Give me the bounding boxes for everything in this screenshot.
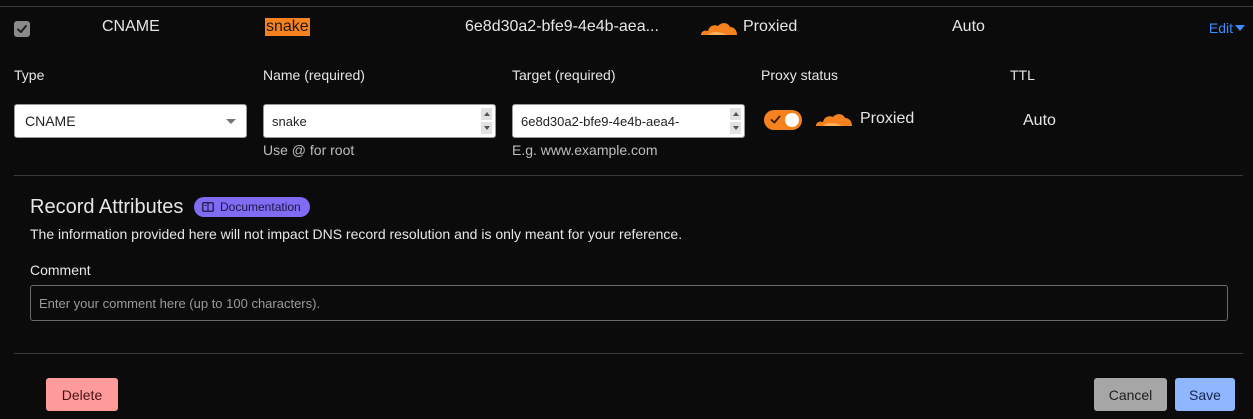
arrow-up-icon xyxy=(483,112,490,116)
book-icon xyxy=(202,202,214,212)
summary-ttl: Auto xyxy=(952,18,985,35)
summary-type: CNAME xyxy=(102,18,160,35)
comment-input[interactable] xyxy=(31,286,1227,320)
save-button[interactable]: Save xyxy=(1175,378,1235,411)
target-spin-up-button[interactable] xyxy=(730,108,741,120)
edit-toggle-link[interactable]: Edit xyxy=(1209,20,1246,36)
chevron-down-icon xyxy=(226,118,236,124)
target-input[interactable] xyxy=(513,105,723,137)
section-divider xyxy=(14,175,1243,176)
summary-name-highlight: snake xyxy=(265,18,310,36)
edit-label: Edit xyxy=(1208,20,1233,36)
arrow-down-icon xyxy=(483,126,490,130)
record-attributes-title: Record Attributes xyxy=(30,196,184,218)
documentation-link[interactable]: Documentation xyxy=(194,197,310,217)
name-label: Name (required) xyxy=(263,67,365,83)
row-checkbox[interactable] xyxy=(14,21,30,37)
name-spin-down-button[interactable] xyxy=(481,122,492,134)
caret-down-icon xyxy=(1235,25,1245,31)
summary-proxy-status: Proxied xyxy=(743,18,798,35)
type-label: Type xyxy=(14,67,45,83)
proxy-status-label: Proxy status xyxy=(761,67,839,83)
checkbox-checked-icon xyxy=(17,25,27,33)
target-label: Target (required) xyxy=(512,67,616,83)
name-field[interactable] xyxy=(263,104,496,138)
check-icon xyxy=(770,115,781,124)
name-spin-up-button[interactable] xyxy=(481,108,492,120)
target-spin-down-button[interactable] xyxy=(730,122,741,134)
comment-label: Comment xyxy=(30,262,91,278)
target-spinner[interactable] xyxy=(730,108,741,134)
proxy-status-value: Proxied xyxy=(860,110,915,127)
proxy-status-toggle[interactable] xyxy=(764,110,802,130)
type-select-value: CNAME xyxy=(25,113,76,129)
target-field[interactable] xyxy=(512,104,745,138)
ttl-label: TTL xyxy=(1010,67,1035,83)
arrow-up-icon xyxy=(732,112,739,116)
cloud-icon xyxy=(816,114,852,126)
delete-button[interactable]: Delete xyxy=(46,378,118,411)
toggle-knob xyxy=(785,113,799,127)
cancel-button[interactable]: Cancel xyxy=(1094,378,1167,411)
record-attributes-description: The information provided here will not i… xyxy=(30,226,683,242)
summary-target: 6e8d30a2-bfe9-4e4b-aea... xyxy=(465,18,659,35)
arrow-down-icon xyxy=(732,126,739,130)
name-hint: Use @ for root xyxy=(263,142,355,158)
footer-divider xyxy=(14,353,1243,354)
cloud-icon xyxy=(701,23,737,35)
comment-field[interactable] xyxy=(30,285,1228,321)
dns-record-summary-row: CNAME snake 6e8d30a2-bfe9-4e4b-aea... Pr… xyxy=(0,7,1253,49)
name-spinner[interactable] xyxy=(481,108,492,134)
target-hint: E.g. www.example.com xyxy=(512,142,658,158)
type-select[interactable]: CNAME xyxy=(14,104,247,138)
documentation-label: Documentation xyxy=(220,200,301,214)
ttl-value: Auto xyxy=(1023,112,1056,129)
name-input[interactable] xyxy=(264,105,474,137)
